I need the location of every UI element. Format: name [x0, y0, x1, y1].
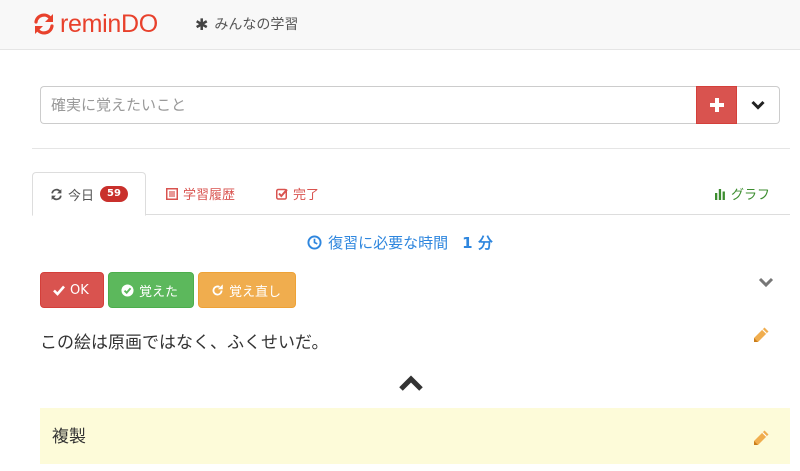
brand-logo[interactable]: reminDO	[32, 9, 158, 39]
card-answer: 複製	[52, 427, 86, 447]
chevron-down-icon	[751, 100, 765, 110]
check-circle-icon	[121, 283, 134, 297]
asterisk-icon: ✱	[195, 14, 209, 34]
refresh-icon	[34, 13, 54, 35]
card-action-buttons: OK 覚えた 覚え直し	[40, 272, 296, 308]
today-count-badge: 59	[100, 186, 128, 202]
learned-button[interactable]: 覚えた	[108, 272, 194, 308]
check-icon	[53, 285, 65, 296]
refresh-icon	[211, 283, 224, 297]
pencil-icon[interactable]	[752, 326, 770, 344]
tab-today-label: 今日	[68, 188, 95, 204]
item-input[interactable]	[40, 86, 696, 124]
pencil-icon[interactable]	[752, 429, 770, 447]
plus-icon	[709, 98, 724, 112]
tab-history-label: 学習履歴	[183, 188, 236, 203]
brand-name: reminDO	[60, 9, 158, 38]
divider	[32, 148, 790, 149]
add-item-group	[40, 86, 780, 124]
nav-link-label: みんなの学習	[214, 17, 299, 33]
chevron-up-icon[interactable]	[398, 373, 424, 393]
learned-button-label: 覚えた	[139, 284, 179, 300]
relearn-button[interactable]: 覚え直し	[198, 272, 296, 308]
list-icon	[166, 187, 178, 200]
relearn-button-label: 覚え直し	[229, 284, 282, 300]
tab-done[interactable]: 完了	[276, 172, 319, 215]
tab-bar: 今日 59 学習履歴 完了 グラフ	[32, 172, 790, 216]
tab-history[interactable]: 学習履歴	[166, 172, 235, 215]
review-time: 復習に必要な時間 1 分	[0, 232, 800, 253]
navbar: reminDO ✱ みんなの学習	[0, 0, 800, 50]
options-dropdown-button[interactable]	[737, 86, 780, 124]
card-question: この絵は原画ではなく、ふくせいだ。	[40, 333, 329, 353]
tab-graph[interactable]: グラフ	[714, 172, 770, 215]
tab-done-label: 完了	[293, 188, 320, 203]
review-time-value: 1 分	[462, 234, 493, 252]
card-answer-box: 複製	[40, 408, 790, 464]
ok-button-label: OK	[70, 282, 89, 298]
add-button[interactable]	[696, 86, 737, 124]
refresh-icon	[50, 188, 63, 201]
tab-graph-label: グラフ	[730, 188, 770, 203]
bar-chart-icon	[714, 188, 726, 200]
check-square-icon	[276, 188, 288, 200]
chevron-down-icon[interactable]	[758, 276, 774, 290]
review-time-label: 復習に必要な時間	[328, 234, 449, 252]
tab-today[interactable]: 今日 59	[32, 172, 146, 216]
nav-link-shared-learning[interactable]: ✱ みんなの学習	[195, 12, 298, 36]
ok-button[interactable]: OK	[40, 272, 104, 308]
clock-icon	[307, 235, 322, 250]
